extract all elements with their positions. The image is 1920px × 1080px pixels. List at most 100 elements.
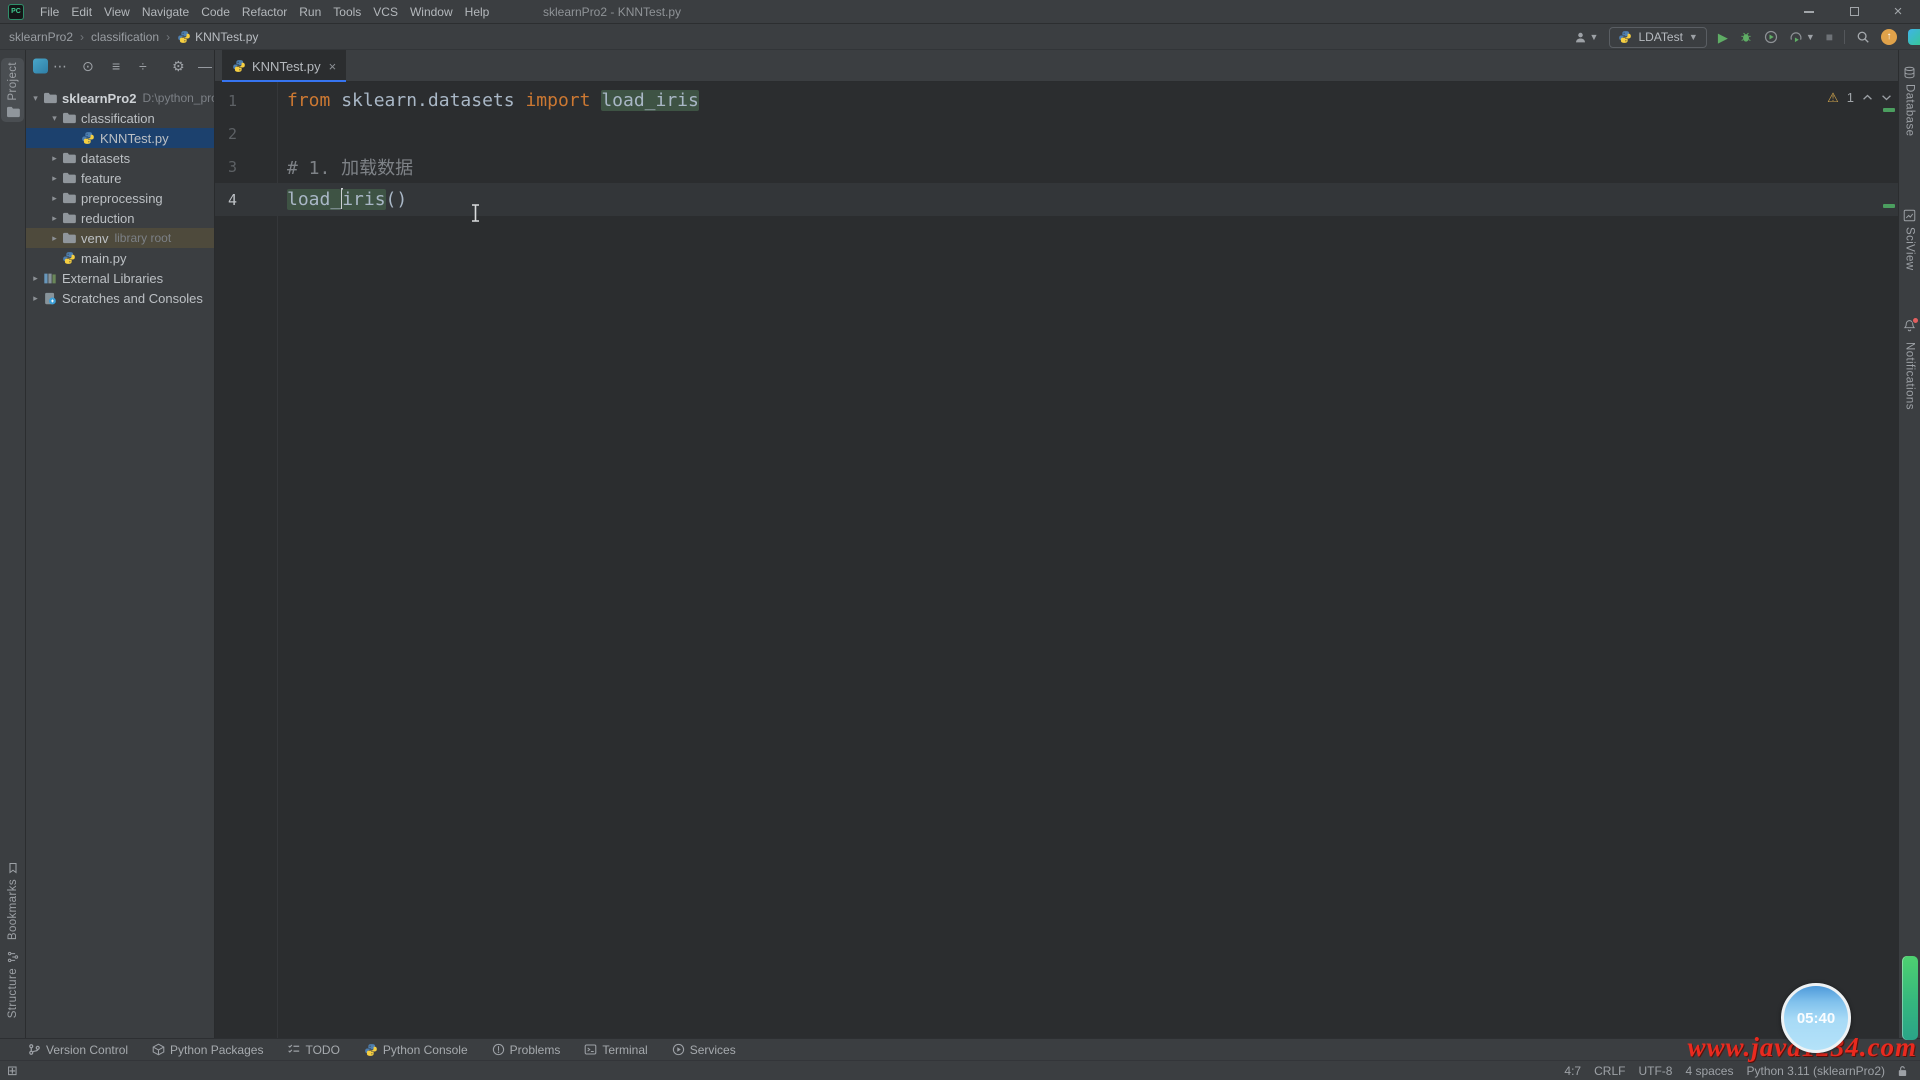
tree-item-scratches-and-consoles[interactable]: ▸Scratches and Consoles bbox=[26, 288, 214, 308]
code-line-3[interactable]: 3# 1. 加载数据 bbox=[215, 150, 1898, 183]
chevron-right-icon[interactable]: ▸ bbox=[47, 214, 62, 223]
menu-item-help[interactable]: Help bbox=[459, 3, 496, 21]
debug-button[interactable] bbox=[1739, 30, 1753, 44]
locate-file-icon[interactable]: ⊙ bbox=[82, 59, 94, 73]
whats-new-button[interactable] bbox=[1908, 29, 1920, 45]
menu-item-window[interactable]: Window bbox=[404, 3, 459, 21]
sciview-icon bbox=[1903, 209, 1916, 222]
menu-bar: FileEditViewNavigateCodeRefactorRunTools… bbox=[34, 3, 495, 21]
menu-item-edit[interactable]: Edit bbox=[65, 3, 98, 21]
chevron-right-icon[interactable]: ▸ bbox=[47, 174, 62, 183]
toolwindow-terminal[interactable]: Terminal bbox=[584, 1043, 647, 1057]
minimize-button[interactable] bbox=[1795, 0, 1823, 23]
status-segments: 4:7 CRLF UTF-8 4 spaces Python 3.11 (sklearn… bbox=[1564, 1064, 1885, 1078]
tree-item-main-py[interactable]: main.py bbox=[26, 248, 214, 268]
tree-item-external-libraries[interactable]: ▸External Libraries bbox=[26, 268, 214, 288]
update-available-button[interactable]: ↑ bbox=[1881, 29, 1897, 45]
folder-icon bbox=[62, 152, 80, 164]
tree-item-venv[interactable]: ▸venvlibrary root bbox=[26, 228, 214, 248]
breadcrumb-item-classification[interactable]: classification bbox=[91, 30, 159, 44]
toolwindow-tab-label: Structure bbox=[7, 968, 19, 1018]
tree-item-label: feature bbox=[81, 171, 121, 186]
previous-problem-icon[interactable] bbox=[1862, 94, 1873, 101]
status-utf-8[interactable]: UTF-8 bbox=[1638, 1064, 1672, 1078]
folder-icon bbox=[62, 212, 80, 224]
search-everywhere-button[interactable] bbox=[1856, 30, 1870, 44]
run-configuration-select[interactable]: LDATest ▼ bbox=[1609, 27, 1706, 48]
chevron-down-icon[interactable]: ▾ bbox=[28, 94, 43, 103]
toolwindow-tab-project[interactable]: Project bbox=[1, 58, 24, 122]
chevron-right-icon[interactable]: ▸ bbox=[28, 274, 43, 283]
status-4-7[interactable]: 4:7 bbox=[1564, 1064, 1581, 1078]
collapse-all-icon[interactable]: ≡ bbox=[112, 59, 120, 73]
chevron-right-icon[interactable]: ▸ bbox=[47, 194, 62, 203]
expand-collapse-icon[interactable]: ÷ bbox=[139, 59, 147, 73]
stop-button[interactable]: ■ bbox=[1826, 31, 1833, 43]
code-area[interactable]: 1from sklearn.datasets import load_iris 2… bbox=[215, 82, 1898, 216]
chevron-right-icon[interactable]: ▸ bbox=[47, 154, 62, 163]
menu-item-run[interactable]: Run bbox=[293, 3, 327, 21]
tree-item-classification[interactable]: ▾classification bbox=[26, 108, 214, 128]
toolwindow-python-packages[interactable]: Python Packages bbox=[152, 1043, 263, 1057]
status-crlf[interactable]: CRLF bbox=[1594, 1064, 1625, 1078]
menu-item-file[interactable]: File bbox=[34, 3, 65, 21]
code-text: # 1. 加载数据 bbox=[287, 154, 413, 180]
status-python-3-11-sklearnpro2[interactable]: Python 3.11 (sklearnPro2) bbox=[1746, 1064, 1885, 1078]
tab-close-icon[interactable]: × bbox=[329, 60, 337, 73]
more-options-icon[interactable]: ⋯ bbox=[53, 59, 67, 73]
person-icon bbox=[1574, 31, 1587, 44]
menu-item-tools[interactable]: Tools bbox=[327, 3, 367, 21]
editor-body[interactable]: 1from sklearn.datasets import load_iris 2… bbox=[215, 82, 1898, 1038]
code-line-4[interactable]: 4load_iris() bbox=[215, 183, 1898, 216]
profiler-button[interactable]: ▼ bbox=[1789, 30, 1815, 44]
toolwindow-python-console[interactable]: Python Console bbox=[364, 1043, 468, 1057]
menu-item-navigate[interactable]: Navigate bbox=[136, 3, 195, 21]
close-button[interactable]: × bbox=[1884, 0, 1912, 23]
tree-item-preprocessing[interactable]: ▸preprocessing bbox=[26, 188, 214, 208]
toolwindow-tab-database[interactable]: Database bbox=[1899, 62, 1920, 140]
tree-item-datasets[interactable]: ▸datasets bbox=[26, 148, 214, 168]
toolwindow-tab-sciview[interactable]: SciView bbox=[1899, 205, 1920, 275]
toolwindow-services[interactable]: Services bbox=[672, 1043, 736, 1057]
python-icon bbox=[81, 131, 99, 145]
gear-icon[interactable]: ⚙ bbox=[172, 59, 185, 73]
line-number: 2 bbox=[215, 125, 237, 143]
toolwindow-tab-notifications[interactable]: Notifications bbox=[1899, 315, 1920, 414]
project-view-icon[interactable] bbox=[33, 59, 48, 74]
toolwindow-problems[interactable]: Problems bbox=[492, 1043, 561, 1057]
hide-panel-icon[interactable]: — bbox=[198, 59, 212, 73]
toolwindow-version-control[interactable]: Version Control bbox=[28, 1043, 128, 1057]
tree-item-knntest-py[interactable]: KNNTest.py bbox=[26, 128, 214, 148]
run-with-coverage-button[interactable] bbox=[1764, 30, 1778, 44]
run-button[interactable]: ▶ bbox=[1718, 31, 1728, 44]
status-4-spaces[interactable]: 4 spaces bbox=[1685, 1064, 1733, 1078]
restore-button[interactable] bbox=[1840, 0, 1868, 23]
layout-icon[interactable]: ⊞ bbox=[7, 1064, 18, 1077]
breadcrumb-item-knntest-py[interactable]: KNNTest.py bbox=[177, 30, 258, 44]
tree-item-reduction[interactable]: ▸reduction bbox=[26, 208, 214, 228]
inspections-widget[interactable]: ⚠ 1 bbox=[1827, 90, 1892, 105]
menu-item-vcs[interactable]: VCS bbox=[367, 3, 404, 21]
breadcrumb-item-sklearnpro2[interactable]: sklearnPro2 bbox=[9, 30, 73, 44]
line-number: 1 bbox=[215, 92, 237, 110]
toolwindow-tab-bookmarks[interactable]: Bookmarks bbox=[0, 858, 25, 944]
code-line-2[interactable]: 2 bbox=[215, 117, 1898, 150]
code-with-me-button[interactable]: ▼ bbox=[1574, 31, 1599, 44]
toolwindow-tab-structure[interactable]: Structure bbox=[0, 947, 25, 1022]
database-icon bbox=[1903, 66, 1916, 79]
tree-item-feature[interactable]: ▸ feature bbox=[26, 168, 214, 188]
chevron-right-icon[interactable]: ▸ bbox=[28, 294, 43, 303]
toolwindow-todo[interactable]: TODO bbox=[287, 1043, 339, 1057]
code-line-1[interactable]: 1from sklearn.datasets import load_iris bbox=[215, 84, 1898, 117]
next-problem-icon[interactable] bbox=[1881, 94, 1892, 101]
chevron-right-icon[interactable]: ▸ bbox=[47, 234, 62, 243]
tree-item-sklearnpro2[interactable]: ▾sklearnPro2D:\python_pro bbox=[26, 88, 214, 108]
pycharm-window: PC FileEditViewNavigateCodeRefactorRunTo… bbox=[0, 0, 1920, 1080]
editor-tab-knntest[interactable]: KNNTest.py × bbox=[222, 50, 346, 82]
menu-item-view[interactable]: View bbox=[98, 3, 136, 21]
lock-icon[interactable] bbox=[1897, 1065, 1908, 1077]
menu-item-code[interactable]: Code bbox=[195, 3, 236, 21]
chevron-down-icon[interactable]: ▾ bbox=[47, 114, 62, 123]
menu-item-refactor[interactable]: Refactor bbox=[236, 3, 293, 21]
tree-item-label: venv bbox=[81, 231, 108, 246]
